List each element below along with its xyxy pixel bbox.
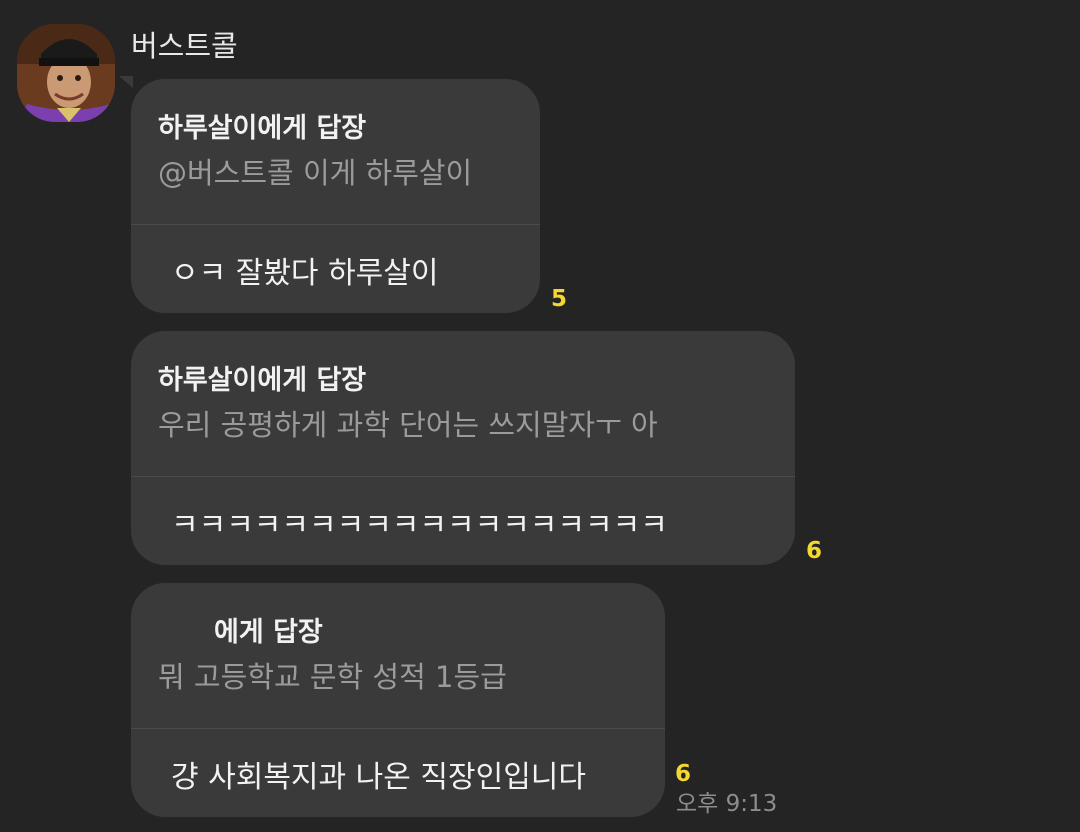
avatar[interactable] [17, 24, 115, 122]
message-text: ㅋㅋㅋㅋㅋㅋㅋㅋㅋㅋㅋㅋㅋㅋㅋㅋㅋㅋ [171, 508, 668, 543]
message-bubble[interactable]: 에게 답장 뭐 고등학교 문학 성적 1등급 걍 사회복지과 나온 직장인입니다 [131, 583, 665, 817]
reply-quote: 뭐 고등학교 문학 성적 1등급 [158, 660, 507, 694]
message-text: 걍 사회복지과 나온 직장인입니다 [171, 760, 587, 795]
message-text: ㅇㅋ 잘봤다 하루살이 [171, 256, 439, 291]
chat-room: 버스트콜 하루살이에게 답장 @버스트콜 이게 하루살이 ㅇㅋ 잘봤다 하루살이… [0, 0, 1080, 832]
reply-quote: 우리 공평하게 과학 단어는 쓰지말자ㅜ 아 [158, 408, 658, 442]
sender-name: 버스트콜 [131, 29, 238, 63]
message-bubble[interactable]: 하루살이에게 답장 @버스트콜 이게 하루살이 ㅇㅋ 잘봤다 하루살이 [131, 79, 540, 313]
reply-quote: @버스트콜 이게 하루살이 [158, 156, 473, 190]
message-time: 오후 9:13 [676, 791, 778, 817]
reply-preview[interactable]: 하루살이에게 답장 우리 공평하게 과학 단어는 쓰지말자ㅜ 아 [158, 361, 775, 449]
divider [131, 224, 540, 225]
divider [131, 476, 795, 477]
bubble-tail [119, 76, 133, 88]
divider [131, 728, 665, 729]
reply-preview[interactable]: 에게 답장 뭐 고등학교 문학 성적 1등급 [158, 613, 645, 701]
unread-count: 6 [675, 761, 692, 787]
reply-preview[interactable]: 하루살이에게 답장 @버스트콜 이게 하루살이 [158, 109, 520, 197]
reply-title: 하루살이에게 답장 [158, 113, 367, 144]
reply-title: 하루살이에게 답장 [158, 365, 367, 396]
message-bubble[interactable]: 하루살이에게 답장 우리 공평하게 과학 단어는 쓰지말자ㅜ 아 ㅋㅋㅋㅋㅋㅋㅋ… [131, 331, 795, 565]
unread-count: 5 [551, 286, 568, 312]
reply-title: 에게 답장 [214, 617, 323, 648]
unread-count: 6 [806, 538, 823, 564]
